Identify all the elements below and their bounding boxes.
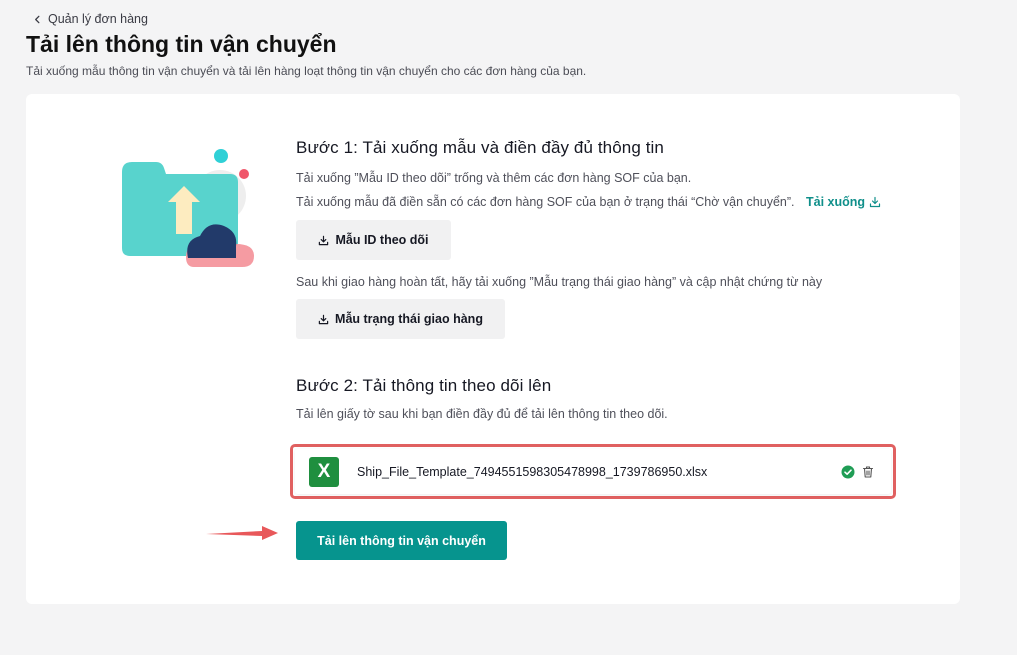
chevron-left-icon xyxy=(35,15,40,23)
step1-desc-blank: Tải xuống ”Mẫu ID theo dõi” trống và thê… xyxy=(296,171,692,185)
excel-file-icon: X xyxy=(309,456,339,487)
download-icon xyxy=(869,196,881,208)
check-circle-icon xyxy=(841,465,855,478)
tracking-id-template-button[interactable]: Mẫu ID theo dõi xyxy=(296,220,451,260)
breadcrumb-label: Quản lý đơn hàng xyxy=(48,12,148,26)
tracking-id-template-label: Mẫu ID theo dõi xyxy=(335,233,429,247)
page-title: Tải lên thông tin vận chuyển xyxy=(26,31,337,57)
uploaded-file-row: X Ship_File_Template_7494551598305478998… xyxy=(295,449,891,494)
delivery-status-template-label: Mẫu trạng thái giao hàng xyxy=(335,312,483,326)
download-link-label: Tải xuống xyxy=(805,195,866,209)
delivery-status-template-button[interactable]: Mẫu trạng thái giao hàng xyxy=(296,299,505,339)
red-arrow-icon xyxy=(206,526,278,540)
uploaded-file-highlight: X Ship_File_Template_7494551598305478998… xyxy=(290,444,896,499)
step1-desc-prefilled-text: Tải xuống mẫu đã điền sẵn có các đơn hàn… xyxy=(296,195,795,209)
step2-desc: Tải lên giấy tờ sau khi bạn điền đầy đủ … xyxy=(296,407,668,421)
download-prefilled-link[interactable]: Tải xuống xyxy=(806,195,881,209)
file-actions xyxy=(841,465,875,479)
upload-card: Bước 1: Tải xuống mẫu và điền đầy đủ thô… xyxy=(26,94,960,604)
trash-icon[interactable] xyxy=(861,465,875,479)
step1-desc-delivery: Sau khi giao hàng hoàn tất, hãy tải xuốn… xyxy=(296,275,823,289)
folder-upload-illustration xyxy=(122,149,254,267)
step1-desc-prefilled: Tải xuống mẫu đã điền sẵn có các đơn hàn… xyxy=(296,195,881,209)
download-icon xyxy=(319,235,329,245)
download-icon xyxy=(318,314,329,324)
step2-title: Bước 2: Tải thông tin theo dõi lên xyxy=(296,376,552,395)
step1-title: Bước 1: Tải xuống mẫu và điền đầy đủ thô… xyxy=(296,138,664,157)
uploaded-file-name: Ship_File_Template_7494551598305478998_1… xyxy=(357,464,708,479)
breadcrumb-back-link[interactable]: Quản lý đơn hàng xyxy=(33,12,148,26)
page-subtitle: Tải xuống mẫu thông tin vận chuyển và tả… xyxy=(26,64,587,78)
upload-shipping-info-button[interactable]: Tải lên thông tin vận chuyển xyxy=(296,521,507,560)
